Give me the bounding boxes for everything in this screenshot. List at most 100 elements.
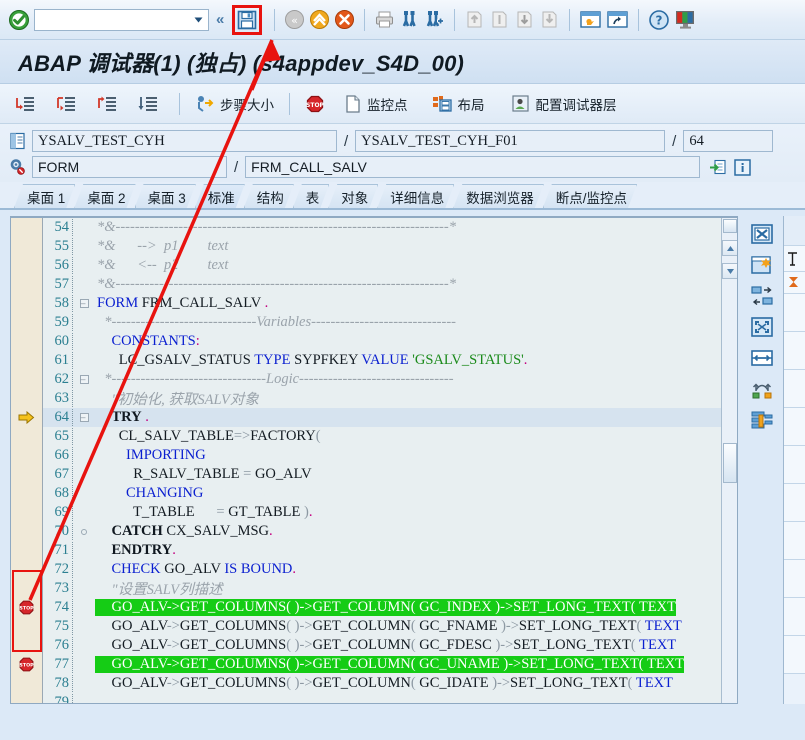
code-line[interactable]: 56 *& <-- p2 text <box>43 256 737 275</box>
code-line[interactable]: 71 ENDTRY. <box>43 541 737 560</box>
side-panel-row[interactable] <box>784 294 805 332</box>
green-check-icon[interactable] <box>8 9 30 31</box>
stop-breakpoint-icon[interactable]: STOP <box>11 655 42 674</box>
print-icon[interactable] <box>374 9 395 30</box>
code-line[interactable]: 60 CONSTANTS: <box>43 332 737 351</box>
code-line[interactable]: 66 IMPORTING <box>43 446 737 465</box>
layout-button[interactable]: 布局 <box>428 92 489 116</box>
include-field[interactable]: YSALV_TEST_CYH_F01 <box>355 130 666 152</box>
tab-0[interactable]: 桌面 1 <box>14 184 75 208</box>
gutter-row[interactable] <box>11 465 42 484</box>
step-size-button[interactable]: 步骤大小 <box>191 92 278 116</box>
code-line[interactable]: 54 *&------------------------------------… <box>43 218 737 237</box>
scrollbar-lower-thumb[interactable] <box>723 443 737 483</box>
gutter-row[interactable] <box>11 636 42 655</box>
resize-view-icon[interactable] <box>749 346 775 370</box>
gutter-row[interactable] <box>11 351 42 370</box>
side-panel-row[interactable] <box>784 332 805 370</box>
gutter-row[interactable] <box>11 503 42 522</box>
side-panel-row[interactable] <box>784 484 805 522</box>
tab-7[interactable]: 详细信息 <box>377 184 454 208</box>
exchange-views-icon[interactable] <box>749 377 775 401</box>
gutter-row[interactable] <box>11 484 42 503</box>
gutter-row[interactable] <box>11 332 42 351</box>
double-chevron-left-icon[interactable]: « <box>213 11 225 28</box>
side-panel-row[interactable] <box>784 446 805 484</box>
code-line[interactable]: 78 GO_ALV->GET_COLUMNS( )->GET_COLUMN( G… <box>43 674 737 693</box>
gutter-row[interactable] <box>11 541 42 560</box>
customize-local-layout-icon[interactable] <box>674 9 697 30</box>
code-line[interactable]: 59 *------------------------------Variab… <box>43 313 737 332</box>
goto-icon[interactable] <box>708 157 728 177</box>
find-next-icon[interactable] <box>424 9 445 30</box>
chevron-down-icon[interactable] <box>191 10 206 30</box>
swap-views-icon[interactable] <box>749 284 775 308</box>
command-input[interactable] <box>39 9 192 30</box>
gutter-row[interactable] <box>11 446 42 465</box>
code-line[interactable]: 62– *--------------------------------Log… <box>43 370 737 389</box>
gutter-row[interactable] <box>11 389 42 408</box>
gutter-row[interactable] <box>11 560 42 579</box>
gutter-row[interactable] <box>11 313 42 332</box>
code-line[interactable]: 57 *&------------------------------------… <box>43 275 737 294</box>
code-line[interactable]: 77 GO_ALV->GET_COLUMNS( )->GET_COLUMN( G… <box>43 655 737 674</box>
code-line[interactable]: 70 CATCH CX_SALV_MSG. <box>43 522 737 541</box>
event-name-field[interactable]: FRM_CALL_SALV <box>245 156 701 178</box>
line-number-field[interactable]: 64 <box>683 130 774 152</box>
side-panel-row[interactable] <box>784 522 805 560</box>
help-icon[interactable]: ? <box>648 9 670 31</box>
code-line[interactable]: 75 GO_ALV->GET_COLUMNS( )->GET_COLUMN( G… <box>43 617 737 636</box>
code-line[interactable]: 74 GO_ALV->GET_COLUMNS( )->GET_COLUMN( G… <box>43 598 737 617</box>
scroll-up-icon[interactable] <box>722 240 737 256</box>
code-line[interactable]: 68 CHANGING <box>43 484 737 503</box>
breakpoint-button[interactable]: STOP <box>301 92 334 116</box>
stop-breakpoint-icon[interactable]: STOP <box>11 598 42 617</box>
exit-icon[interactable] <box>309 9 330 30</box>
gutter-row[interactable] <box>11 294 42 313</box>
tab-3[interactable]: 标准 <box>195 184 245 208</box>
watchpoint-button[interactable]: 监控点 <box>340 92 412 116</box>
tab-2[interactable]: 桌面 3 <box>135 184 196 208</box>
tab-5[interactable]: 表 <box>293 184 330 208</box>
services-of-tool-icon[interactable] <box>749 408 775 432</box>
back-icon[interactable]: « <box>284 9 305 30</box>
scroll-down-icon[interactable] <box>722 263 737 279</box>
fold-marker[interactable]: – <box>73 299 95 308</box>
gutter-row[interactable] <box>11 693 42 703</box>
tab-8[interactable]: 数据浏览器 <box>453 184 544 208</box>
new-session-icon[interactable] <box>579 9 602 30</box>
editor-gutter[interactable]: STOP STOP <box>11 218 43 703</box>
code-line[interactable]: 64– TRY . <box>43 408 737 427</box>
gutter-row[interactable] <box>11 275 42 294</box>
command-field[interactable] <box>34 8 209 31</box>
cancel-icon[interactable] <box>334 9 355 30</box>
gutter-row[interactable] <box>11 579 42 598</box>
step-into-button[interactable] <box>10 92 45 116</box>
gutter-row[interactable] <box>11 237 42 256</box>
execution-arrow-icon[interactable] <box>11 408 42 427</box>
step-out-button[interactable] <box>92 92 127 116</box>
side-panel-row[interactable] <box>784 636 805 674</box>
code-line[interactable]: 55 *& --> p1 text <box>43 237 737 256</box>
code-line[interactable]: 67 R_SALV_TABLE = GO_ALV <box>43 465 737 484</box>
code-line[interactable]: 63 "初始化, 获取SALV对象 <box>43 389 737 408</box>
fold-marker[interactable]: – <box>73 375 95 384</box>
tab-4[interactable]: 结构 <box>244 184 294 208</box>
fold-marker[interactable]: – <box>73 413 95 422</box>
step-over-button[interactable] <box>51 92 86 116</box>
gutter-row[interactable] <box>11 218 42 237</box>
side-panel-row[interactable] <box>784 408 805 446</box>
side-panel-row[interactable] <box>784 370 805 408</box>
tab-9[interactable]: 断点/监控点 <box>543 184 637 208</box>
side-panel-row[interactable] <box>784 246 805 272</box>
gutter-row[interactable] <box>11 522 42 541</box>
configure-debugger-layer-button[interactable]: 配置调试器层 <box>507 92 621 116</box>
event-icon[interactable] <box>8 157 28 177</box>
info-icon[interactable] <box>732 157 752 177</box>
maximize-view-icon[interactable] <box>749 315 775 339</box>
fold-marker[interactable] <box>73 528 95 535</box>
gutter-row[interactable] <box>11 370 42 389</box>
variables-side-panel[interactable] <box>783 216 805 704</box>
code-line[interactable]: 72 CHECK GO_ALV IS BOUND. <box>43 560 737 579</box>
side-panel-row[interactable] <box>784 598 805 636</box>
